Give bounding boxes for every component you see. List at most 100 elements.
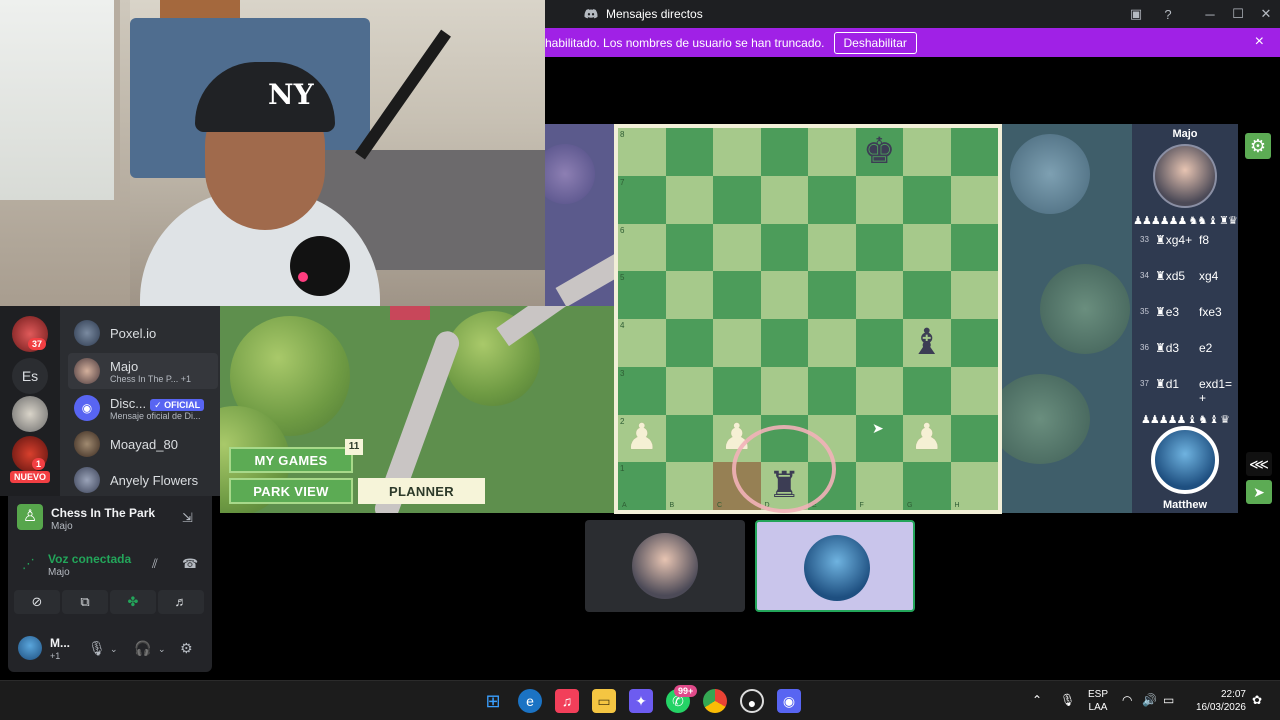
move-row[interactable]: 33 ♜xg4+ f8	[1132, 230, 1238, 252]
board-square[interactable]: B	[665, 462, 713, 510]
music-icon[interactable]: ♫	[555, 689, 579, 713]
board-square[interactable]	[903, 271, 951, 319]
board-square[interactable]: ♚	[855, 128, 903, 176]
notifications-icon[interactable]: ✿	[1252, 693, 1262, 707]
server-es[interactable]: Es	[12, 358, 48, 394]
board-square[interactable]	[665, 223, 713, 272]
board-square[interactable]	[808, 175, 856, 224]
dm-majo[interactable]: Majo Chess In The P... +1	[68, 353, 218, 389]
tray-mic-icon[interactable]: 🎙	[1060, 693, 1075, 707]
volume-icon[interactable]: 🔊	[1142, 693, 1157, 707]
participant-tile-matthew[interactable]	[755, 520, 915, 612]
file-explorer-icon[interactable]: ▭	[592, 689, 616, 713]
board-square[interactable]: ♟	[903, 414, 951, 463]
board-square[interactable]	[855, 319, 903, 367]
board-square[interactable]	[808, 128, 856, 176]
headphones-icon[interactable]: 🎧	[134, 640, 151, 657]
wifi-icon[interactable]: ◠	[1122, 693, 1132, 707]
board-square[interactable]	[808, 223, 856, 272]
board-square[interactable]	[665, 414, 713, 463]
board-square[interactable]	[950, 319, 998, 367]
black-king[interactable]: ♚	[863, 133, 895, 170]
send-icon[interactable]: ➤	[1246, 480, 1272, 504]
help-icon[interactable]: ?	[1154, 7, 1182, 22]
board-square[interactable]	[713, 223, 761, 272]
planner-button[interactable]: PLANNER	[358, 478, 485, 504]
board-square[interactable]: 4	[618, 319, 666, 367]
share-icon[interactable]: ⋘	[1246, 452, 1272, 476]
board-square[interactable]	[760, 319, 808, 367]
board-square[interactable]	[713, 128, 761, 176]
board-square[interactable]	[808, 271, 856, 319]
board-square[interactable]	[950, 175, 998, 224]
soundboard-button[interactable]: ♬	[158, 590, 204, 614]
move-row[interactable]: 34 ♜xd5 xg4	[1132, 266, 1238, 288]
board-square[interactable]	[903, 366, 951, 415]
maximize-button[interactable]: ☐	[1224, 6, 1252, 22]
battery-icon[interactable]: ▭	[1163, 693, 1174, 707]
clock[interactable]: 22:07 16/03/2026	[1196, 688, 1246, 714]
board-square[interactable]	[950, 366, 998, 415]
board-square[interactable]	[808, 319, 856, 367]
start-windows-icon[interactable]: ⊞	[481, 689, 505, 713]
move-row[interactable]: 35 ♜e3 fxe3	[1132, 302, 1238, 324]
chevron-down-icon[interactable]: ⌄	[110, 644, 118, 655]
board-square[interactable]: H	[950, 462, 998, 510]
user-avatar[interactable]	[18, 636, 42, 660]
settings-gear-icon[interactable]: ⚙	[1245, 133, 1271, 159]
copilot-icon[interactable]: ✦	[629, 689, 653, 713]
dm-poxel[interactable]: Poxel.io	[68, 315, 218, 351]
board-square[interactable]	[903, 175, 951, 224]
board-square[interactable]	[808, 366, 856, 415]
my-games-button[interactable]: MY GAMES	[229, 447, 353, 473]
board-square[interactable]: ♝	[903, 319, 951, 367]
board-square[interactable]	[950, 271, 998, 319]
board-square[interactable]	[760, 223, 808, 272]
keyboard-layout[interactable]: LAA	[1088, 701, 1108, 714]
disconnect-icon[interactable]: ☎	[182, 556, 198, 572]
black-bishop[interactable]: ♝	[911, 324, 943, 361]
board-square[interactable]: G	[903, 462, 951, 510]
dm-anyely[interactable]: Anyely Flowers	[68, 462, 218, 496]
board-square[interactable]	[950, 223, 998, 272]
board-square[interactable]	[760, 366, 808, 415]
minimize-button[interactable]: ─	[1196, 7, 1224, 22]
white-pawn[interactable]: ♟	[911, 420, 943, 456]
board-square[interactable]	[665, 128, 713, 176]
board-square[interactable]	[855, 223, 903, 272]
board-square[interactable]	[903, 223, 951, 272]
board-square[interactable]	[713, 366, 761, 415]
dm-discord[interactable]: ◉ Disc... ✓ OFICIAL Mensaje oficial de Di…	[68, 390, 218, 426]
white-pawn[interactable]: ♟	[626, 420, 658, 456]
board-square[interactable]: 1A	[618, 462, 666, 510]
activity-title[interactable]: Chess In The Park	[51, 506, 155, 520]
chrome-icon[interactable]	[703, 689, 727, 713]
board-square[interactable]: 6	[618, 223, 666, 272]
noise-suppression-icon[interactable]: ⫽	[152, 556, 158, 572]
board-square[interactable]: 2 ♟	[618, 414, 666, 463]
camera-off-button[interactable]: ⊘	[14, 590, 60, 614]
server-icon-3[interactable]	[12, 396, 48, 432]
board-square[interactable]	[713, 175, 761, 224]
park-view-button[interactable]: PARK VIEW	[229, 478, 353, 504]
screen-share-button[interactable]: ⧉	[62, 590, 108, 614]
board-square[interactable]	[760, 175, 808, 224]
leave-activity-icon[interactable]: ⇲	[182, 510, 193, 526]
board-square[interactable]	[760, 271, 808, 319]
board-square[interactable]	[760, 128, 808, 176]
discord-taskbar-icon[interactable]: ◉	[777, 689, 801, 713]
disable-button[interactable]: Deshabilitar	[833, 31, 917, 54]
board-square[interactable]	[855, 271, 903, 319]
board-square[interactable]: 8	[618, 128, 666, 176]
language-code[interactable]: ESP	[1088, 688, 1108, 701]
board-square[interactable]: 3	[618, 366, 666, 415]
board-square[interactable]	[713, 271, 761, 319]
user-settings-gear-icon[interactable]: ⚙	[180, 640, 193, 657]
board-square[interactable]: 7	[618, 175, 666, 224]
voice-status[interactable]: Voz conectada	[48, 552, 131, 566]
move-row[interactable]: 37 ♜d1 exd1= +	[1132, 374, 1238, 405]
board-square[interactable]	[950, 128, 998, 176]
board-square[interactable]	[665, 175, 713, 224]
board-square[interactable]	[903, 128, 951, 176]
board-square[interactable]	[950, 414, 998, 463]
